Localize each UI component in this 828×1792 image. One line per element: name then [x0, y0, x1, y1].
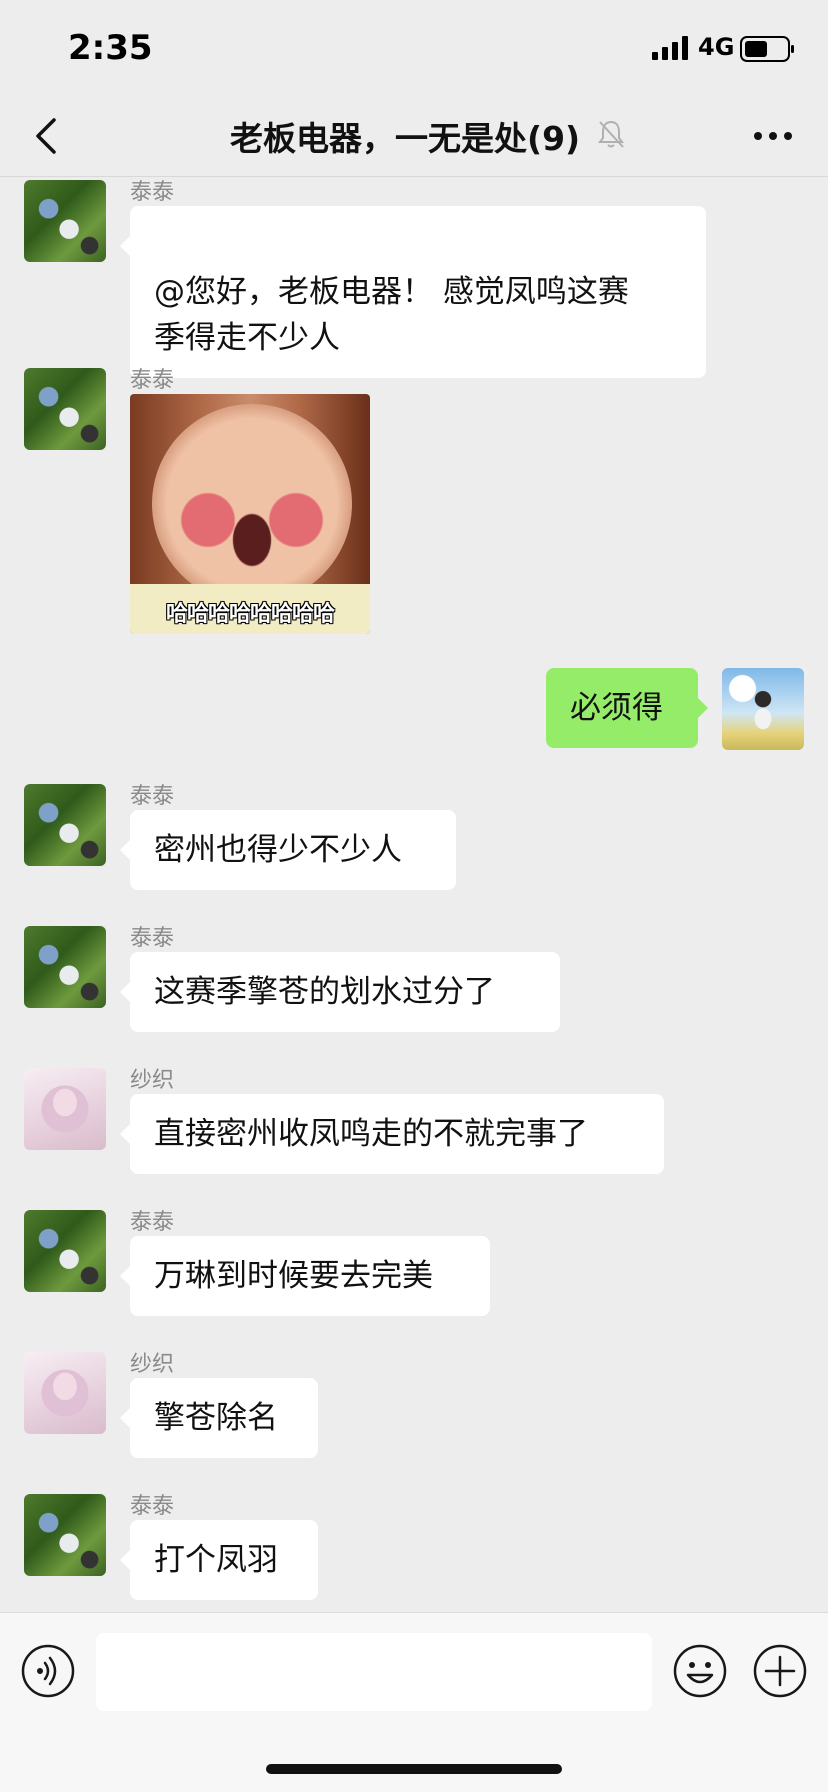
message-bubble[interactable]: @您好，老板电器！ 感觉凤鸣这赛 季得走不少人 [120, 206, 706, 378]
sender-avatar[interactable] [24, 1494, 106, 1576]
message-input[interactable] [96, 1633, 652, 1711]
sender-avatar[interactable] [24, 1068, 106, 1150]
message-bubble-self[interactable]: 必须得 [546, 668, 708, 748]
sticker-image[interactable]: 哈哈哈哈哈哈哈哈 [130, 394, 370, 634]
message-text: 密州也得少不少人 [154, 832, 402, 868]
self-avatar[interactable] [722, 668, 804, 750]
signal-icon [652, 36, 688, 60]
message-bubble[interactable]: 万琳到时候要去完美 [120, 1236, 490, 1316]
mute-bell-icon [598, 120, 624, 148]
message-text: 万琳到时候要去完美 [154, 1258, 433, 1294]
sender-name: 泰泰 [130, 1494, 175, 1519]
sender-avatar[interactable] [24, 1210, 106, 1292]
message-text: 擎苍除名 [154, 1400, 278, 1436]
sender-avatar[interactable] [24, 180, 106, 262]
message-text: 直接密州收凤鸣走的不就完事了 [154, 1116, 588, 1152]
sender-name: 泰泰 [130, 784, 175, 809]
laughing-face-image [152, 404, 352, 604]
home-indicator[interactable] [266, 1764, 562, 1774]
sender-name: 纱织 [130, 1352, 175, 1377]
sender-avatar[interactable] [24, 1352, 106, 1434]
more-options-button[interactable] [748, 120, 798, 152]
emoji-button[interactable] [672, 1643, 728, 1699]
status-time: 2:35 [68, 28, 153, 68]
chat-title: 老板电器，一无是处(9) [230, 119, 581, 158]
back-button[interactable] [24, 110, 72, 162]
message-bubble[interactable]: 擎苍除名 [120, 1378, 318, 1458]
sender-name: 泰泰 [130, 180, 175, 205]
sender-name: 泰泰 [130, 368, 175, 393]
sender-avatar[interactable] [24, 926, 106, 1008]
network-type: 4G [698, 33, 735, 61]
voice-input-button[interactable] [20, 1643, 76, 1699]
message-text: @您好，老板电器！ 感觉凤鸣这赛 季得走不少人 [154, 274, 629, 356]
sender-name: 纱织 [130, 1068, 175, 1093]
sender-name: 泰泰 [130, 1210, 175, 1235]
message-bubble[interactable]: 这赛季擎苍的划水过分了 [120, 952, 560, 1032]
chat-screen: 2:35 4G 老板电器，一无是处(9) 泰泰 @您好，老板电器！ 感觉凤鸣这赛… [0, 0, 828, 1792]
more-functions-button[interactable] [752, 1643, 808, 1699]
message-text: 打个凤羽 [154, 1542, 278, 1578]
message-bubble[interactable]: 直接密州收凤鸣走的不就完事了 [120, 1094, 664, 1174]
sender-avatar[interactable] [24, 368, 106, 450]
status-bar: 2:35 4G [0, 0, 828, 96]
sender-avatar[interactable] [24, 784, 106, 866]
battery-icon [740, 36, 794, 62]
message-bubble[interactable]: 密州也得少不少人 [120, 810, 456, 890]
message-bubble[interactable]: 打个凤羽 [120, 1520, 318, 1600]
sticker-caption: 哈哈哈哈哈哈哈哈 [165, 602, 335, 627]
chat-header: 老板电器，一无是处(9) [0, 96, 828, 177]
message-text: 这赛季擎苍的划水过分了 [154, 974, 495, 1010]
message-text: 必须得 [570, 690, 663, 726]
sender-name: 泰泰 [130, 926, 175, 951]
